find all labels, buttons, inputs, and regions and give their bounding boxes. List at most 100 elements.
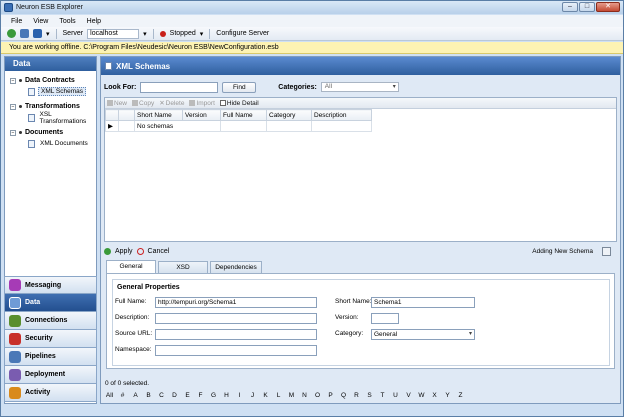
alpha-filter-item[interactable]: Z [454,392,467,399]
alpha-filter-item[interactable]: Y [441,392,454,399]
menu-help[interactable]: Help [87,18,101,25]
tree-group-label[interactable]: Transformations [25,103,80,110]
refresh-icon[interactable] [7,29,16,38]
table-row[interactable]: ▶ No schemas [105,120,372,132]
schema-table: Short Name Version Full Name Category De… [105,109,372,132]
menu-view[interactable]: View [33,18,48,25]
look-for-input[interactable] [140,81,219,93]
alpha-filter-item[interactable]: H [220,392,233,399]
full-name-input[interactable]: http://tempuri.org/Schema1 [155,297,317,308]
status-dropdown-icon[interactable]: ▾ [200,30,204,38]
pipelines-icon [9,350,21,363]
tree-item-label: XSL Transformations [39,110,87,125]
new-label: New [114,99,128,107]
nav-data[interactable]: Data [4,294,97,312]
delete-button[interactable]: ✕ Delete [159,99,185,108]
alpha-filter-item[interactable]: M [285,392,298,399]
minimize-button[interactable]: – [562,2,578,12]
delete-label: Delete [165,99,185,107]
collapse-icon[interactable]: − [10,77,16,84]
server-dropdown-icon[interactable]: ▾ [143,30,147,38]
menu-file[interactable]: File [11,18,22,25]
copy-button[interactable]: Copy [132,100,154,107]
alpha-filter-item[interactable]: A [129,392,142,399]
alpha-filter-item[interactable]: I [233,392,246,399]
title-bar: Neuron ESB Explorer – □ ✕ [1,1,623,14]
version-input[interactable] [371,313,399,324]
alpha-filter-item[interactable]: T [376,392,389,399]
nav-security[interactable]: Security [4,330,97,348]
namespace-input[interactable] [155,345,317,356]
alpha-filter-item[interactable]: B [142,392,155,399]
app-logo-icon [4,3,13,12]
alpha-filter-item[interactable]: O [311,392,324,399]
nav-connections[interactable]: Connections [4,312,97,330]
nav-label: Connections [25,317,68,324]
dropdown-arrow-icon[interactable]: ▾ [46,30,50,38]
nav-pipelines[interactable]: Pipelines [4,348,97,366]
alpha-filter-item[interactable]: L [272,392,285,399]
configure-server-button[interactable]: Configure Server [216,30,269,37]
column-header[interactable]: Full Name [220,109,267,121]
deploy-icon[interactable] [33,29,42,38]
alpha-filter-item[interactable]: V [402,392,415,399]
alpha-filter-item[interactable]: G [207,392,220,399]
short-name-input[interactable]: Schema1 [371,297,475,308]
new-button[interactable]: New [107,100,127,107]
tab-general[interactable]: General [106,260,156,273]
collapse-icon[interactable]: − [10,103,16,110]
tab-dependencies[interactable]: Dependencies [210,261,262,273]
tree-group-label[interactable]: Data Contracts [25,77,75,84]
alpha-filter-item[interactable]: U [389,392,402,399]
toolbar: ▾ Server localhost ▾ Stopped ▾ Configure… [1,27,623,41]
import-button[interactable]: Import [189,100,215,107]
tree-item-xml-schemas[interactable]: XML Schemas [10,86,96,97]
description-input[interactable] [155,313,317,324]
alpha-filter-item[interactable]: N [298,392,311,399]
hide-detail-button[interactable]: Hide Detail [219,100,259,107]
tree-item-xml-documents[interactable]: XML Documents [10,138,96,149]
alpha-filter-item[interactable]: J [246,392,259,399]
column-header[interactable]: Version [182,109,221,121]
source-url-input[interactable] [155,329,317,340]
alpha-filter-item[interactable]: K [259,392,272,399]
save-icon[interactable] [20,29,29,38]
tab-xsd[interactable]: XSD [158,261,208,273]
cancel-button[interactable]: Cancel [148,248,170,255]
alpha-filter-item[interactable]: Q [337,392,350,399]
alpha-filter-item[interactable]: W [415,392,428,399]
search-row: Look For: Find Categories: All [104,81,616,93]
alpha-filter-item[interactable]: X [428,392,441,399]
column-header[interactable]: Category [266,109,312,121]
close-button[interactable]: ✕ [596,2,620,12]
service-status[interactable]: Stopped [170,30,196,37]
tree-group-label[interactable]: Documents [25,129,63,136]
close-detail-icon[interactable] [602,246,611,256]
nav-activity[interactable]: Activity [4,384,97,402]
alpha-filter-item[interactable]: P [324,392,337,399]
alpha-filter-item[interactable]: All [103,392,116,399]
alpha-filter-item[interactable]: F [194,392,207,399]
apply-button[interactable]: Apply [115,248,133,255]
alpha-filter-item[interactable]: S [363,392,376,399]
maximize-button[interactable]: □ [579,2,595,12]
alpha-filter-item[interactable]: R [350,392,363,399]
namespace-label: Namespace: [115,346,152,353]
alpha-filter-item[interactable]: E [181,392,194,399]
alpha-filter-item[interactable]: # [116,392,129,399]
alpha-filter-item[interactable]: C [155,392,168,399]
section-title: General Properties [117,284,180,291]
column-header[interactable]: Short Name [134,109,183,121]
alpha-filter-item[interactable]: D [168,392,181,399]
nav-messaging[interactable]: Messaging [4,276,97,294]
tree-item-xsl-transformations[interactable]: XSL Transformations [10,110,96,125]
menu-tools[interactable]: Tools [59,18,75,25]
activity-icon [9,386,21,399]
category-select[interactable]: General [371,329,475,340]
server-select[interactable]: localhost [87,28,140,39]
column-header[interactable]: Description [311,109,372,121]
collapse-icon[interactable]: − [10,129,16,136]
find-button[interactable]: Find [222,81,257,93]
categories-select[interactable]: All [320,82,399,92]
nav-deployment[interactable]: Deployment [4,366,97,384]
